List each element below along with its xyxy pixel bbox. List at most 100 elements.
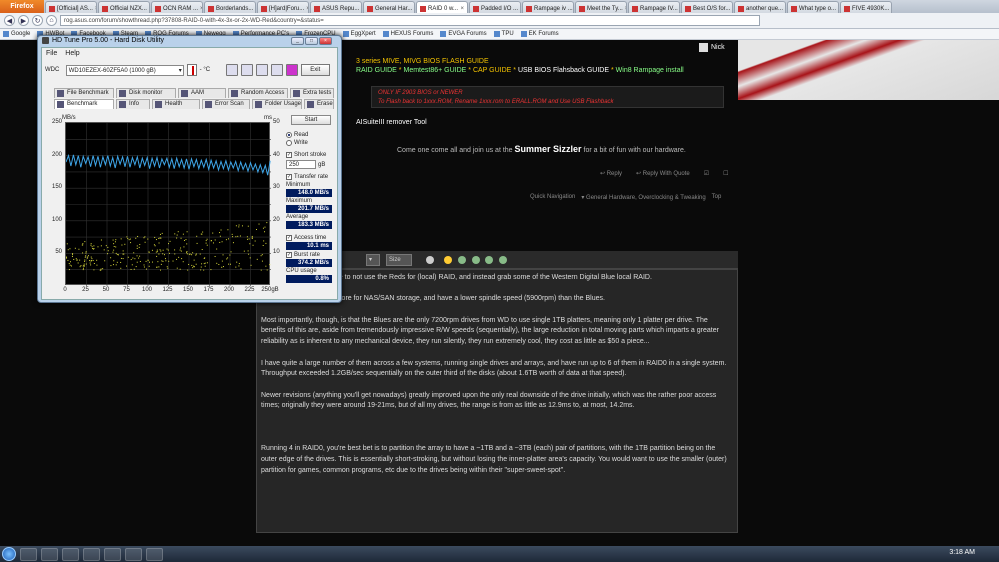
video-icon[interactable] <box>499 256 507 264</box>
browser-tab[interactable]: OCN RAM ...× <box>151 1 203 13</box>
bookmark-item[interactable]: EggXpert <box>342 31 376 37</box>
browser-tab[interactable]: Rampage iv ... × <box>522 1 574 13</box>
bookmark-item[interactable]: TPU <box>493 31 514 37</box>
quick-navigation-label[interactable]: Quick Navigation <box>530 194 575 201</box>
browser-tab[interactable]: [H]ard|Foru...× <box>257 1 309 13</box>
thanks-icon[interactable]: ☐ <box>723 170 728 177</box>
hdtune-tab[interactable]: Erase <box>304 99 334 109</box>
forum-selector[interactable]: ▾ General Hardware, Overclocking & Tweak… <box>581 194 705 201</box>
close-tab-icon[interactable]: × <box>891 6 892 12</box>
hdtune-tab[interactable]: Extra tests <box>290 88 334 98</box>
reply-editor[interactable]: gestion, and that would be to not use th… <box>256 269 738 533</box>
taskbar-hdtune-icon[interactable] <box>146 547 163 561</box>
summer-sizzler-link[interactable]: Summer Sizzler <box>515 144 582 154</box>
save-icon[interactable] <box>255 64 268 76</box>
close-tab-icon[interactable]: × <box>625 6 626 12</box>
browser-tab[interactable]: Borderlands...× <box>204 1 256 13</box>
bookmark-item[interactable]: HEXUS Forums <box>382 31 433 37</box>
copy-icon[interactable] <box>226 64 239 76</box>
taskbar-ie-icon[interactable] <box>20 547 37 561</box>
menu-help[interactable]: Help <box>65 50 79 57</box>
close-tab-icon[interactable]: × <box>414 6 415 12</box>
cap-guide-link[interactable]: CAP GUIDE <box>473 67 511 74</box>
font-dropdown[interactable]: ▾ <box>366 254 380 266</box>
close-icon[interactable]: × <box>319 37 332 45</box>
reload-icon[interactable]: ↻ <box>32 15 43 26</box>
hdtune-tab[interactable]: AAM <box>178 88 226 98</box>
start-button[interactable] <box>2 547 16 561</box>
close-tab-icon[interactable]: × <box>460 6 464 12</box>
usb-flashback-guide-link[interactable]: USB BIOS Flahsback GUIDE <box>518 67 609 74</box>
image-icon[interactable] <box>485 256 493 264</box>
browser-tab[interactable]: Meet the Ty...× <box>575 1 627 13</box>
close-tab-icon[interactable]: × <box>200 6 202 12</box>
close-tab-icon[interactable]: × <box>732 6 733 12</box>
browser-tab[interactable]: Best O/S for...× <box>681 1 733 13</box>
browser-tab[interactable]: Official NZX...× <box>98 1 150 13</box>
multiquote-icon[interactable]: ☑ <box>704 170 709 177</box>
font-color-icon[interactable] <box>426 256 434 264</box>
access-time-checkbox[interactable]: ✓ Access time <box>286 233 336 242</box>
browser-tab[interactable]: FIVE 4930K...× <box>840 1 892 13</box>
hdtune-tab[interactable]: Folder Usage <box>252 99 302 109</box>
read-radio[interactable]: Read <box>286 131 336 139</box>
exit-button[interactable]: Exit <box>300 64 331 76</box>
close-tab-icon[interactable]: × <box>520 6 521 12</box>
sig-bios-flash-guide-link[interactable]: 3 series MIVE, MIVG BIOS FLASH GUIDE <box>356 58 489 65</box>
burst-rate-checkbox[interactable]: ✓ Burst rate <box>286 250 336 259</box>
taskbar-app-icon[interactable] <box>104 547 121 561</box>
copy-text-icon[interactable] <box>241 64 253 76</box>
browser-tab[interactable]: another que...× <box>734 1 786 13</box>
raid-guide-link[interactable]: RAID GUIDE <box>356 67 397 74</box>
start-button[interactable]: Start <box>291 115 331 125</box>
close-tab-icon[interactable]: × <box>306 6 308 12</box>
browser-tab[interactable]: Rampage IV... × <box>628 1 680 13</box>
hdtune-tab[interactable]: Random Access <box>228 88 288 98</box>
hdtune-tab[interactable]: Info <box>116 99 150 109</box>
minimize-icon[interactable]: _ <box>291 37 304 45</box>
win8-install-link[interactable]: Win8 Rampage install <box>616 67 684 74</box>
browser-tab[interactable]: What type o...× <box>787 1 839 13</box>
transfer-rate-checkbox[interactable]: ✓ Transfer rate <box>286 172 336 181</box>
back-icon[interactable]: ◀ <box>4 15 15 26</box>
reply-button[interactable]: ↩ Reply <box>600 170 622 177</box>
options-icon[interactable] <box>270 64 283 76</box>
bookmark-item[interactable]: Google <box>3 31 30 37</box>
browser-tab[interactable]: [Official] AS...× <box>45 1 97 13</box>
maximize-icon[interactable]: □ <box>305 37 318 45</box>
close-tab-icon[interactable]: × <box>838 6 839 12</box>
browser-tab[interactable]: ASUS Repu...× <box>310 1 362 13</box>
taskbar-explorer-icon[interactable] <box>41 547 58 561</box>
taskbar-firefox-icon[interactable] <box>83 547 100 561</box>
smilie-icon[interactable] <box>444 256 452 264</box>
menu-file[interactable]: File <box>46 50 57 57</box>
hdtune-tab[interactable]: Health <box>152 99 200 109</box>
reply-with-quote-button[interactable]: ↩ Reply With Quote <box>636 170 690 177</box>
browser-tab[interactable]: RAID 0 w... × <box>416 1 468 13</box>
download-icon[interactable] <box>285 64 298 76</box>
forward-icon[interactable]: ▶ <box>18 15 29 26</box>
link-icon[interactable] <box>458 256 466 264</box>
memtest-guide-link[interactable]: Memtest86+ GUIDE <box>403 67 466 74</box>
unlink-icon[interactable] <box>472 256 480 264</box>
bookmark-item[interactable]: EK Forums <box>520 31 559 37</box>
top-link[interactable]: Top <box>712 194 722 201</box>
hdtune-tab[interactable]: Disk monitor <box>116 88 176 98</box>
close-tab-icon[interactable]: × <box>255 6 256 12</box>
size-dropdown[interactable]: Size <box>386 254 412 266</box>
close-tab-icon[interactable]: × <box>149 6 150 12</box>
firefox-menu-button[interactable]: Firefox <box>0 0 44 13</box>
write-radio[interactable]: Write <box>286 139 336 147</box>
taskbar-app-icon[interactable] <box>125 547 142 561</box>
browser-tab[interactable]: General Har...× <box>363 1 415 13</box>
bookmark-item[interactable]: EVGA Forums <box>440 31 487 37</box>
home-icon[interactable]: ⌂ <box>46 15 57 26</box>
user-badge[interactable]: Nick <box>699 43 725 52</box>
browser-tab[interactable]: Padded I/O ...× <box>469 1 521 13</box>
hdtune-tab[interactable]: Error Scan <box>202 99 250 109</box>
drive-select[interactable]: WD10EZEX-60ZF5A0 (1000 gB) <box>65 64 184 76</box>
short-stroke-checkbox[interactable]: ✓ Short stroke <box>286 150 336 159</box>
hdtune-tab[interactable]: File Benchmark <box>54 88 114 98</box>
hdtune-tab[interactable]: Benchmark <box>54 99 114 109</box>
url-bar[interactable]: rog.asus.com/forum/showthread.php?37808-… <box>60 15 760 26</box>
